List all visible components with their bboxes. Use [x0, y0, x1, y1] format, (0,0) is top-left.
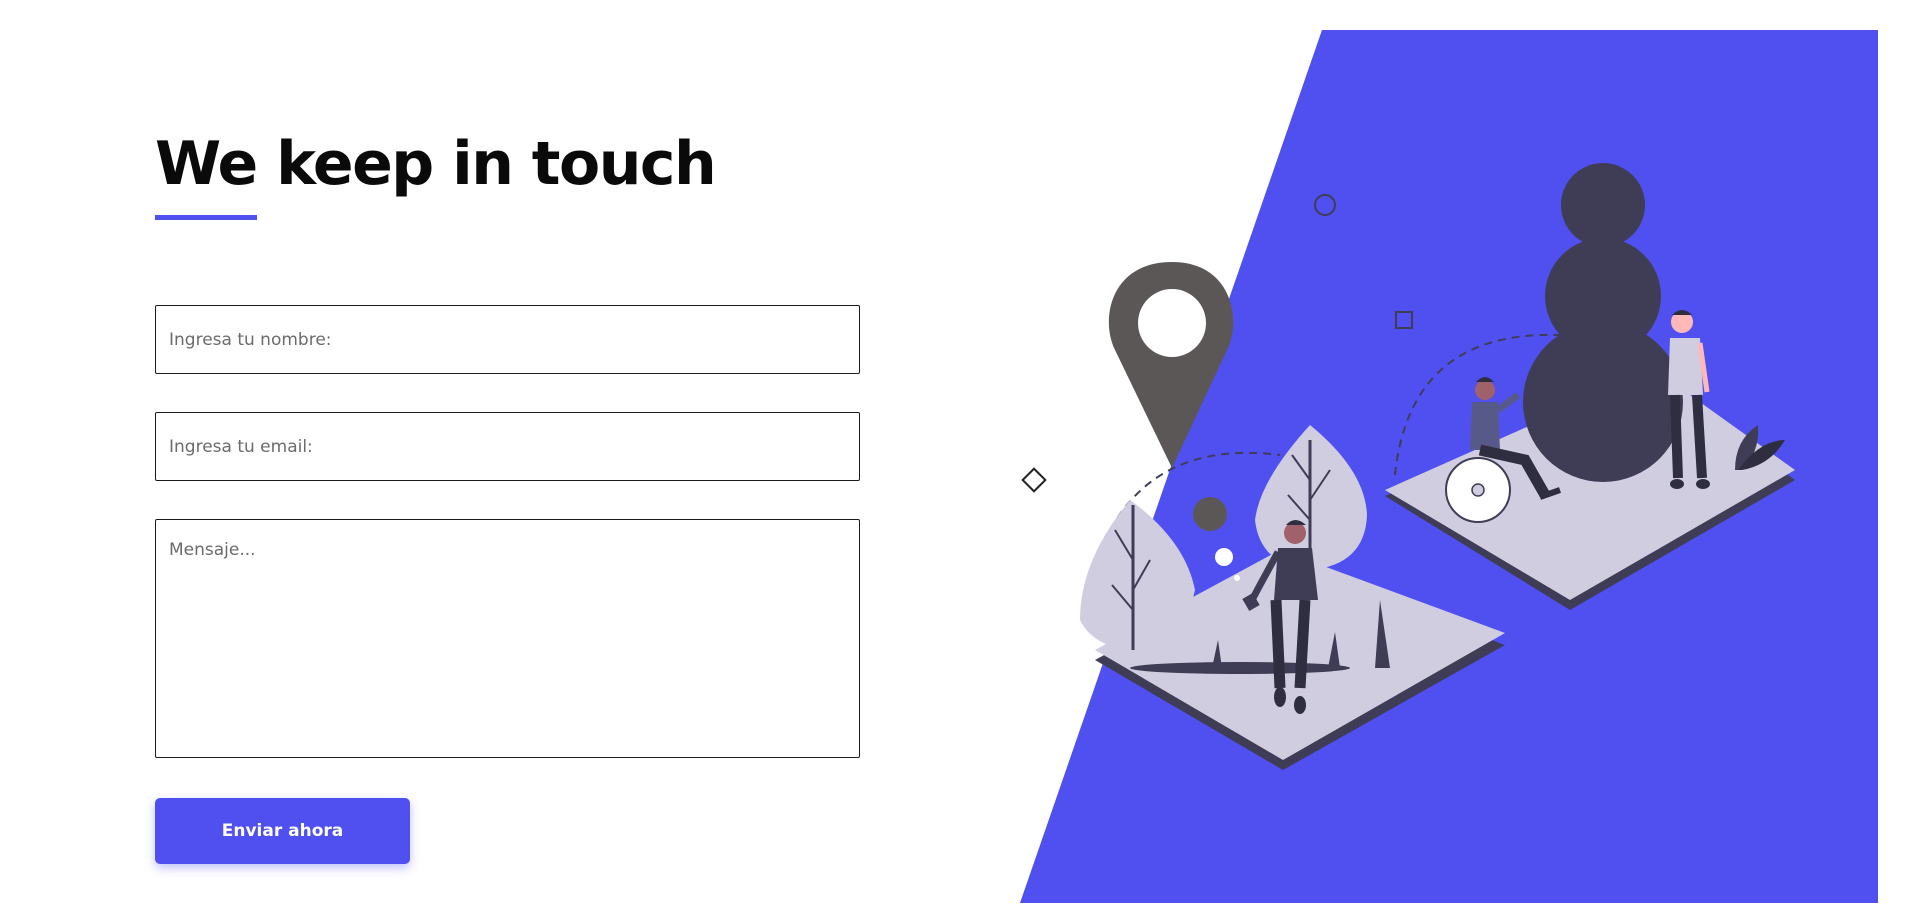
message-textarea[interactable]: [155, 519, 860, 758]
submit-button[interactable]: Enviar ahora: [155, 798, 410, 864]
contact-page: We keep in touch Enviar ahora: [0, 0, 1920, 922]
title-underline: [155, 215, 257, 220]
name-input[interactable]: [155, 305, 860, 374]
page-title: We keep in touch: [155, 129, 717, 199]
email-input[interactable]: [155, 412, 860, 481]
contact-illustration: [1020, 30, 1878, 903]
diamond-outline-icon: [1021, 467, 1047, 493]
contact-form-section: We keep in touch Enviar ahora: [155, 120, 860, 864]
